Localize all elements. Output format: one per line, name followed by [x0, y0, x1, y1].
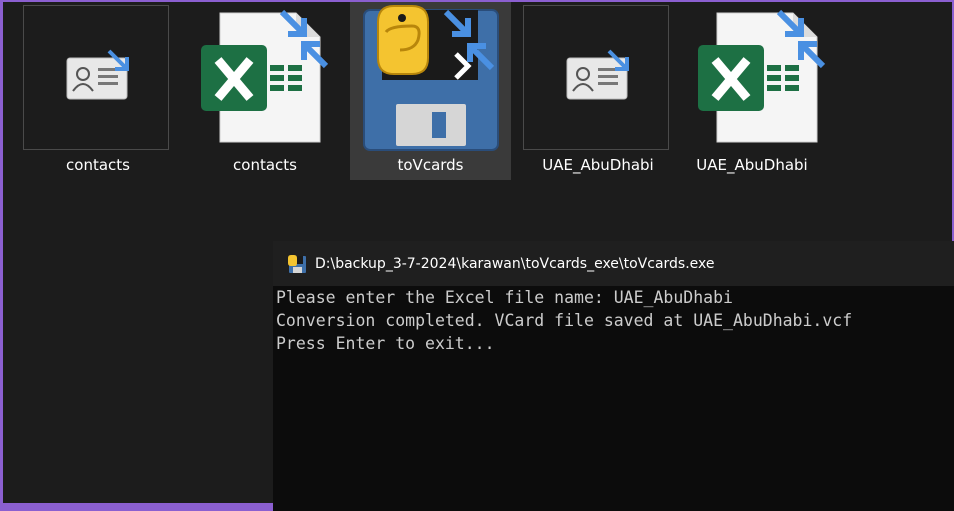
file-label: UAE_AbuDhabi	[542, 156, 654, 174]
console-line: Please enter the Excel file name: UAE_Ab…	[276, 288, 733, 307]
file-item-tovcards-exe[interactable]: toVcards	[350, 2, 511, 180]
shortcut-arrow-icon	[607, 49, 629, 71]
file-label: contacts	[233, 156, 297, 174]
file-item-contacts-vcf[interactable]: contacts	[23, 2, 173, 180]
console-title: D:\backup_3-7-2024\karawan\toVcards_exe\…	[315, 255, 715, 272]
console-output[interactable]: Please enter the Excel file name: UAE_Ab…	[273, 286, 954, 355]
shortcut-arrow-icon	[443, 9, 495, 71]
shortcut-arrow-icon	[279, 9, 329, 69]
console-titlebar[interactable]: D:\backup_3-7-2024\karawan\toVcards_exe\…	[273, 241, 954, 286]
file-label: UAE_AbuDhabi	[696, 156, 808, 174]
console-line: Press Enter to exit...	[276, 334, 495, 353]
console-line: Conversion completed. VCard file saved a…	[276, 311, 853, 330]
file-item-uae-abudhabi-vcf[interactable]: UAE_AbuDhabi	[523, 2, 673, 180]
shortcut-arrow-icon	[776, 9, 826, 69]
shortcut-arrow-icon	[107, 49, 129, 71]
file-item-uae-abudhabi-xlsx[interactable]: UAE_AbuDhabi	[677, 2, 827, 180]
file-label: toVcards	[397, 156, 464, 174]
file-item-contacts-xlsx[interactable]: contacts	[190, 2, 340, 180]
file-label: contacts	[66, 156, 130, 174]
python-app-icon	[288, 254, 306, 273]
console-window[interactable]: D:\backup_3-7-2024\karawan\toVcards_exe\…	[273, 241, 954, 511]
